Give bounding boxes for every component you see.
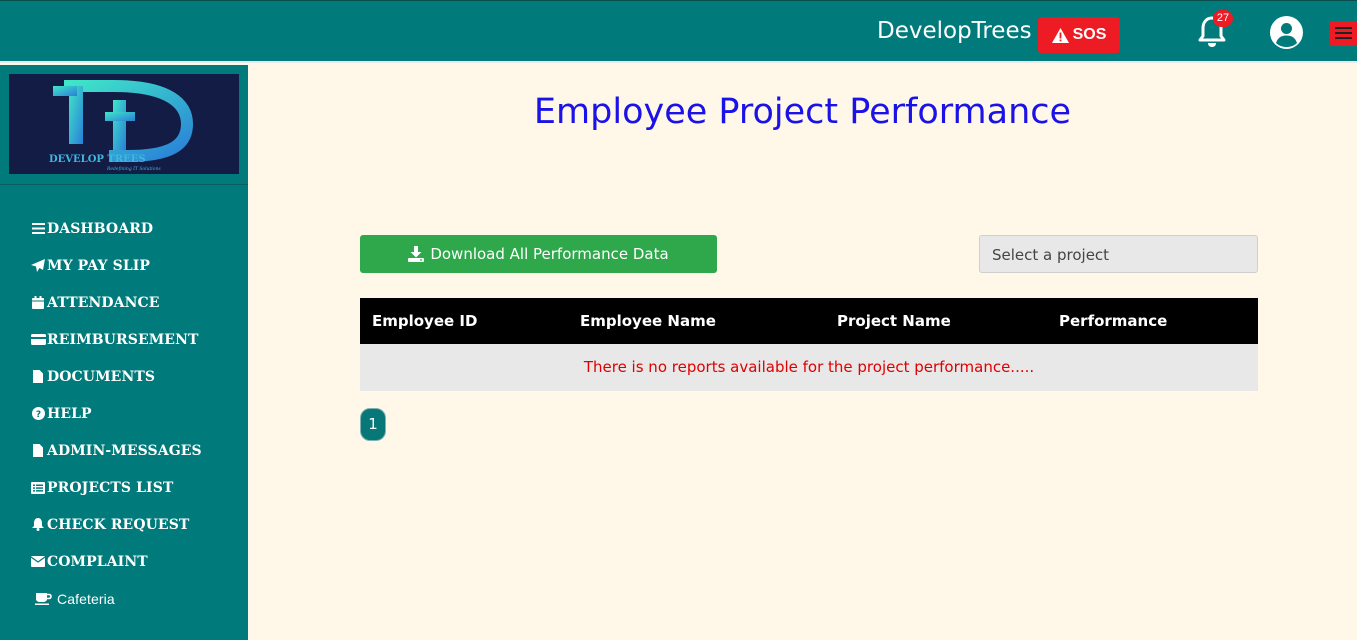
sidebar-item-label: ATTENDANCE bbox=[47, 294, 160, 311]
download-all-performance-button[interactable]: Download All Performance Data bbox=[360, 235, 717, 273]
sidebar-divider bbox=[0, 184, 248, 185]
sidebar-item-check-request[interactable]: CHECK REQUEST bbox=[30, 506, 202, 543]
pagination-page-1[interactable]: 1 bbox=[360, 408, 386, 441]
column-header-employee-id: Employee ID bbox=[372, 312, 478, 330]
user-profile-icon[interactable] bbox=[1270, 16, 1303, 49]
question-circle-icon: ? bbox=[30, 407, 46, 421]
sos-button[interactable]: SOS bbox=[1038, 17, 1120, 53]
logo-text: DEVELOP TREES bbox=[49, 154, 146, 165]
sidebar-item-dashboard[interactable]: DASHBOARD bbox=[30, 210, 202, 247]
table-header: Employee ID Employee Name Project Name P… bbox=[360, 298, 1258, 344]
sidebar-item-documents[interactable]: DOCUMENTS bbox=[30, 358, 202, 395]
sidebar-item-reimbursement[interactable]: REIMBURSEMENT bbox=[30, 321, 202, 358]
sidebar-item-admin-messages[interactable]: ADMIN-MESSAGES bbox=[30, 432, 202, 469]
sidebar-item-label: HELP bbox=[47, 405, 92, 422]
sidebar: DEVELOP TREES Redefining IT Solutions DA… bbox=[0, 65, 248, 640]
sidebar-item-my-pay-slip[interactable]: MY PAY SLIP bbox=[30, 247, 202, 284]
sidebar-item-label: COMPLAINT bbox=[47, 553, 148, 570]
credit-card-icon bbox=[30, 333, 46, 347]
hamburger-menu-button[interactable] bbox=[1330, 21, 1357, 46]
download-icon bbox=[408, 246, 425, 262]
sidebar-item-cafeteria[interactable]: Cafeteria bbox=[30, 580, 202, 617]
notification-count-badge: 27 bbox=[1213, 10, 1233, 27]
sidebar-item-label: DASHBOARD bbox=[47, 220, 154, 237]
list-icon bbox=[30, 481, 46, 495]
column-header-performance: Performance bbox=[1059, 312, 1168, 330]
svg-text:?: ? bbox=[35, 410, 40, 420]
sidebar-item-label: Cafeteria bbox=[57, 590, 115, 607]
sidebar-item-label: MY PAY SLIP bbox=[47, 257, 151, 274]
sidebar-item-help[interactable]: ? HELP bbox=[30, 395, 202, 432]
coffee-icon bbox=[30, 592, 56, 606]
sidebar-item-complaint[interactable]: COMPLAINT bbox=[30, 543, 202, 580]
page-title: Employee Project Performance bbox=[533, 92, 1072, 132]
top-navbar: DevelopTrees SOS 27 bbox=[0, 0, 1357, 63]
project-select[interactable]: Select a project bbox=[979, 235, 1258, 273]
brand-name: DevelopTrees bbox=[877, 18, 1032, 44]
bars-icon bbox=[30, 222, 46, 236]
file-icon bbox=[30, 370, 46, 384]
sidebar-item-label: CHECK REQUEST bbox=[47, 516, 190, 533]
empty-table-message: There is no reports available for the pr… bbox=[360, 344, 1258, 391]
paper-plane-icon bbox=[30, 259, 46, 273]
calendar-icon bbox=[30, 296, 46, 310]
sidebar-item-projects-list[interactable]: PROJECTS LIST bbox=[30, 469, 202, 506]
download-label: Download All Performance Data bbox=[430, 245, 669, 263]
sidebar-item-label: DOCUMENTS bbox=[47, 368, 156, 385]
envelope-icon bbox=[30, 555, 46, 569]
bell-icon bbox=[30, 518, 46, 532]
sidebar-nav: DASHBOARD MY PAY SLIP ATTENDANCE REIMBUR… bbox=[30, 210, 202, 617]
logo-graphic: DEVELOP TREES Redefining IT Solutions bbox=[49, 80, 194, 172]
column-header-project-name: Project Name bbox=[837, 312, 951, 330]
sidebar-item-label: ADMIN-MESSAGES bbox=[47, 442, 202, 459]
warning-icon bbox=[1051, 27, 1069, 43]
performance-table: Employee ID Employee Name Project Name P… bbox=[360, 298, 1258, 391]
sidebar-item-label: REIMBURSEMENT bbox=[47, 331, 199, 348]
company-logo[interactable]: DEVELOP TREES Redefining IT Solutions bbox=[9, 74, 239, 174]
sidebar-item-label: PROJECTS LIST bbox=[47, 479, 174, 496]
logo-tagline: Redefining IT Solutions bbox=[106, 166, 161, 172]
sidebar-item-attendance[interactable]: ATTENDANCE bbox=[30, 284, 202, 321]
column-header-employee-name: Employee Name bbox=[580, 312, 716, 330]
file-icon bbox=[30, 444, 46, 458]
sos-label: SOS bbox=[1072, 26, 1107, 43]
